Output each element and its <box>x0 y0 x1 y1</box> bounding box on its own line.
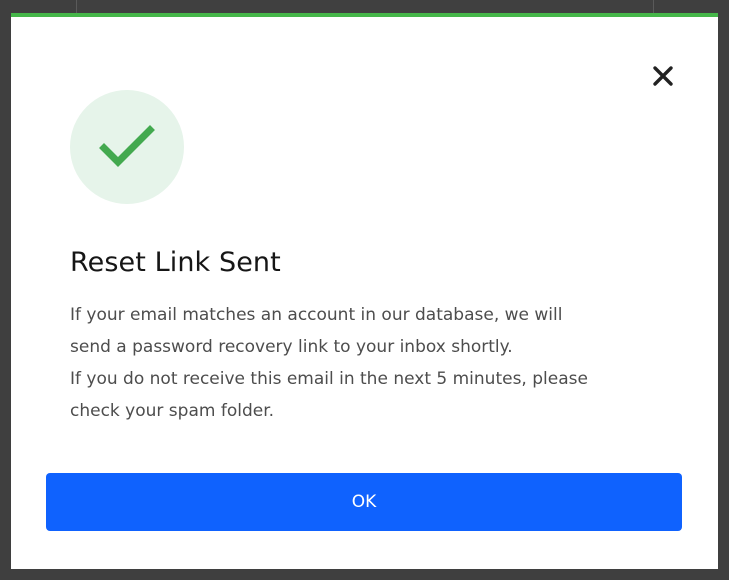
reset-link-sent-dialog: Reset Link Sent If your email matches an… <box>11 13 718 569</box>
close-icon <box>653 66 673 86</box>
dialog-message: If your email matches an account in our … <box>70 299 670 427</box>
message-line: send a password recovery link to your in… <box>70 337 513 357</box>
message-line: check your spam folder. <box>70 401 275 421</box>
message-line: If your email matches an account in our … <box>70 305 563 325</box>
checkmark-icon <box>99 125 155 167</box>
message-line: If you do not receive this email in the … <box>70 369 588 389</box>
dialog-title: Reset Link Sent <box>70 247 281 278</box>
success-indicator <box>70 90 184 204</box>
dialog-accent-bar <box>11 13 718 17</box>
close-button[interactable] <box>647 60 679 92</box>
ok-button[interactable]: OK <box>46 473 682 531</box>
